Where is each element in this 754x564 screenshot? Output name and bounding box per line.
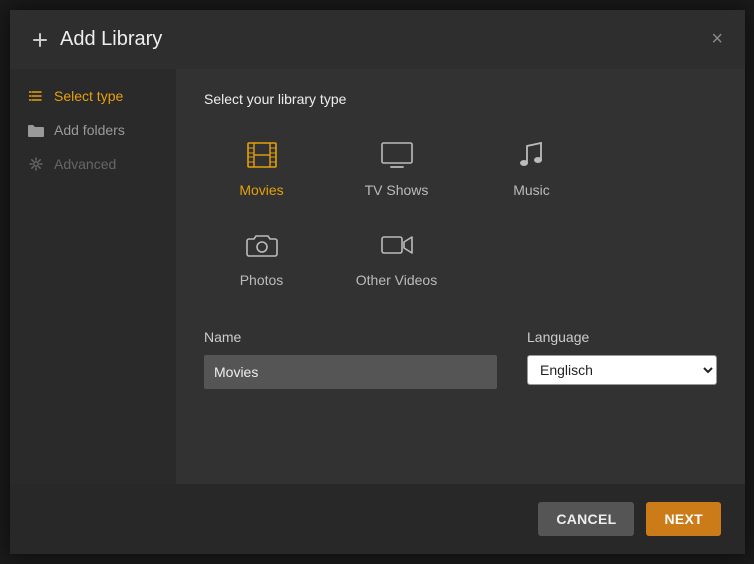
- type-label: Movies: [239, 182, 283, 198]
- type-photos[interactable]: Photos: [204, 219, 319, 299]
- wizard-sidebar: Select type Add folders Advanced: [10, 69, 176, 484]
- step-label: Add folders: [54, 122, 125, 138]
- step-label: Select type: [54, 88, 123, 104]
- type-tvshows[interactable]: TV Shows: [339, 129, 454, 209]
- type-label: Music: [513, 182, 550, 198]
- camera-icon: [246, 230, 278, 260]
- language-label: Language: [527, 329, 717, 345]
- music-icon: [519, 140, 545, 170]
- step-add-folders[interactable]: Add folders: [10, 113, 176, 147]
- name-input[interactable]: [204, 355, 497, 389]
- library-type-grid: Movies TV Shows Music: [204, 129, 717, 299]
- film-icon: [247, 140, 277, 170]
- dialog-header: Add Library ×: [10, 10, 745, 69]
- type-label: TV Shows: [365, 182, 429, 198]
- step-label: Advanced: [54, 156, 116, 172]
- language-select[interactable]: Englisch: [527, 355, 717, 385]
- cancel-button[interactable]: CANCEL: [538, 502, 634, 536]
- type-label: Photos: [240, 272, 284, 288]
- close-icon[interactable]: ×: [711, 28, 723, 51]
- type-movies[interactable]: Movies: [204, 129, 319, 209]
- dialog-content: Select your library type Movies TV Shows: [176, 69, 745, 484]
- tv-icon: [381, 140, 413, 170]
- step-select-type[interactable]: Select type: [10, 79, 176, 113]
- video-icon: [381, 230, 413, 260]
- list-icon: [28, 89, 44, 103]
- section-title: Select your library type: [204, 91, 717, 107]
- next-button[interactable]: NEXT: [646, 502, 721, 536]
- type-other-videos[interactable]: Other Videos: [339, 219, 454, 299]
- folder-icon: [28, 124, 44, 137]
- gear-icon: [28, 157, 44, 171]
- name-label: Name: [204, 329, 497, 345]
- step-advanced[interactable]: Advanced: [10, 147, 176, 181]
- add-library-dialog: Add Library × Select type Add folders: [10, 10, 745, 554]
- dialog-footer: CANCEL NEXT: [10, 484, 745, 554]
- type-music[interactable]: Music: [474, 129, 589, 209]
- type-label: Other Videos: [356, 272, 437, 288]
- plus-icon: [32, 32, 48, 48]
- dialog-title: Add Library: [60, 28, 162, 51]
